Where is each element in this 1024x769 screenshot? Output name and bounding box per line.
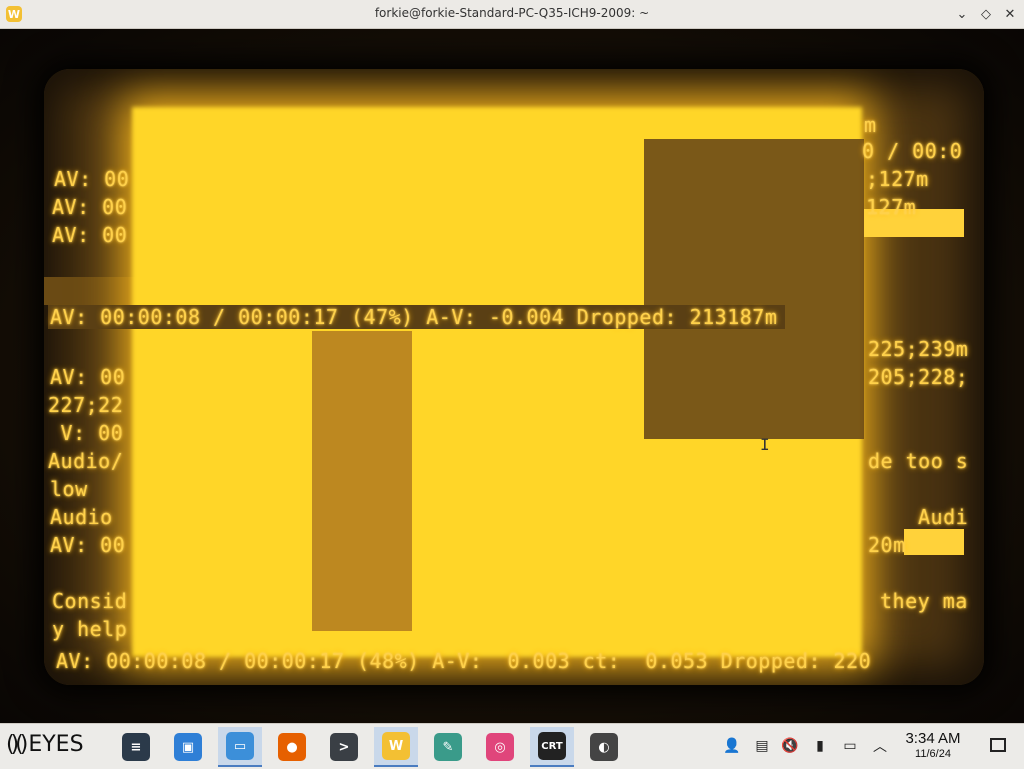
settings-app-icon: ≡ [122,733,150,761]
taskbar-firefox-button[interactable]: ● [270,727,314,767]
start-menu-button[interactable]: ()() EYES [6,732,84,757]
close-button[interactable]: ✕ [1000,4,1020,24]
maximize-button[interactable]: ◇ [976,4,996,24]
terminal-window[interactable]: m 0 / 00:0 ;127m 127m AV: 00 AV: 00 AV: … [0,29,1024,723]
taskbar-app-store-button[interactable]: ▣ [166,727,210,767]
terminal-fragment: V: 00 [48,421,124,445]
crt-screen: m 0 / 00:0 ;127m 127m AV: 00 AV: 00 AV: … [44,69,984,685]
firefox-icon: ● [278,733,306,761]
w-app-icon: W [382,732,410,760]
terminal-icon: > [330,733,358,761]
expand-tray-icon[interactable]: ︿ [870,736,890,756]
taskbar-file-manager-button[interactable]: ▭ [218,727,262,767]
taskbar-w-app-button[interactable]: W [374,727,418,767]
taskbar-crt-app-button[interactable]: CRT [530,727,574,767]
terminal-fragment: Audio/ [48,449,124,473]
window-titlebar: W forkie@forkie-Standard-PC-Q35-ICH9-200… [0,0,1024,29]
terminal-fragment: AV: 00 [52,195,128,219]
taskbar-media-app-button[interactable]: ◐ [582,727,626,767]
network-icon[interactable]: ▭ [840,736,860,756]
terminal-fragment: 20m [868,533,906,557]
usb-icon[interactable]: ▮ [810,736,830,756]
terminal-fragment: 0 / 00:0 [862,139,963,163]
clock-time[interactable]: 3:34 AM [898,730,968,747]
window-title: forkie@forkie-Standard-PC-Q35-ICH9-2009:… [374,6,650,20]
terminal-fragment: AV: 00 [50,365,126,389]
file-manager-icon: ▭ [226,732,254,760]
taskbar-terminal-button[interactable]: > [322,727,366,767]
clipboard-icon[interactable]: ▤ [752,736,772,756]
taskbar-drawing-app-button[interactable]: ✎ [426,727,470,767]
color-app-icon: ◎ [486,733,514,761]
terminal-fragment: low [50,477,88,501]
terminal-fragment: ;127m [866,167,929,191]
text-cursor-icon: I [760,435,770,454]
taskbar-settings-app-button[interactable]: ≡ [114,727,158,767]
taskbar-color-app-button[interactable]: ◎ [478,727,522,767]
terminal-fragment: m [864,113,877,137]
terminal-fragment: Audi [918,505,969,529]
show-desktop-button[interactable] [990,738,1006,752]
person-icon[interactable]: 👤 [722,736,742,756]
app-store-icon: ▣ [174,733,202,761]
minimize-button[interactable]: ⌄ [952,4,972,24]
drawing-app-icon: ✎ [434,733,462,761]
playback-status-bottom: AV: 00:00:08 / 00:00:17 (48%) A-V: 0.003… [56,649,872,673]
terminal-fragment: 205;228; [868,365,969,389]
volume-muted-icon[interactable]: 🔇 [780,736,800,756]
terminal-fragment: de too s [868,449,969,473]
terminal-fragment: they ma [880,589,968,613]
terminal-fragment: AV: 00 [50,533,126,557]
terminal-fragment: 225;239m [868,337,969,361]
terminal-fragment: 227;22 [48,393,124,417]
eyes-logo-icon: ()() [6,732,28,757]
taskbar: ()() EYES ≡ ▣ ▭ ● > W ✎ ◎ CRT ◐ 👤 ▤ 🔇 ▮ ▭ ︿ 3:34 … [0,723,1024,769]
terminal-fragment: Audio [50,505,113,529]
terminal-fragment: 127m [866,195,917,219]
media-app-icon: ◐ [590,733,618,761]
playback-status-line: AV: 00:00:08 / 00:00:17 (47%) A-V: -0.00… [48,305,786,329]
terminal-fragment: Consid [52,589,128,613]
terminal-fragment: y help [52,617,128,641]
terminal-fragment: AV: 00 [52,223,128,247]
terminal-fragment: AV: 00 [54,167,130,191]
crt-app-icon: CRT [538,732,566,760]
start-menu-label: EYES [28,732,84,757]
clock-date[interactable]: 11/6/24 [898,748,968,760]
